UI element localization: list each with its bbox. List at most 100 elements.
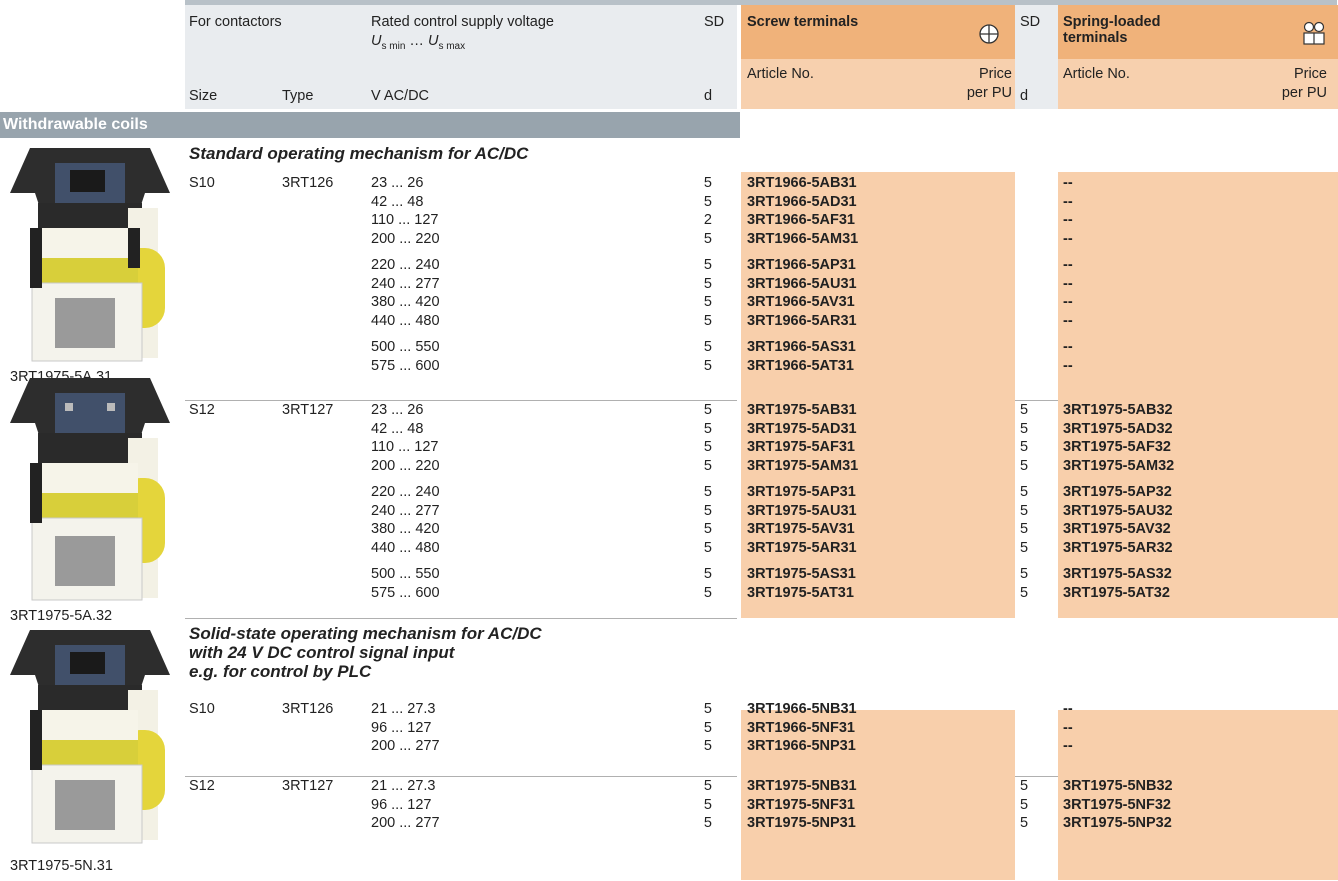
sd2-cell: 5	[1020, 584, 1029, 601]
header-price-1b: per PU	[966, 85, 1012, 101]
sd2-cell: 5	[1020, 502, 1029, 519]
screw-article-cell: 3RT1975-5AF31	[747, 439, 855, 455]
screw-article-cell: 3RT1966-5NF31	[747, 719, 855, 736]
group-heading-solid-2: with 24 V DC control signal input	[189, 643, 455, 662]
screw-article-cell: 3RT1966-5AD31	[747, 193, 857, 210]
voltage-cell: 500 ... 550	[371, 566, 440, 582]
sd-cell: 5	[703, 439, 712, 455]
screw-article-cell: 3RT1975-5AT31	[747, 584, 854, 601]
sd-cell: 5	[703, 566, 712, 582]
sd-cell: 5	[703, 420, 712, 437]
image-caption-2: 3RT1975-5A.32	[10, 608, 113, 624]
spring-article-cell: --	[1063, 230, 1073, 247]
header-sd-2: SD	[1020, 14, 1041, 30]
screw-article-cell: 3RT1975-5NP31	[747, 815, 856, 831]
voltage-cell: 220 ... 240	[371, 484, 440, 500]
screw-article-cell: 3RT1975-5NF31	[747, 796, 855, 813]
voltage-cell: 42 ... 48	[371, 420, 424, 437]
header-unit: V AC/DC	[371, 88, 430, 104]
screw-article-cell: 3RT1966-5AB31	[747, 175, 857, 191]
sd-cell: 5	[703, 521, 712, 537]
voltage-cell: 380 ... 420	[371, 294, 440, 310]
screw-article-cell: 3RT1966-5NP31	[747, 738, 856, 754]
sd2-cell: 5	[1020, 815, 1029, 831]
sd2-cell: 5	[1020, 796, 1029, 813]
spring-article-cell: --	[1063, 312, 1073, 329]
voltage-cell: 575 ... 600	[371, 584, 440, 601]
screw-article-cell: 3RT1975-5AD31	[747, 420, 857, 437]
header-article-no-2: Article No.	[1063, 66, 1130, 82]
rule-line	[185, 400, 737, 401]
header-sd-1: SD	[704, 14, 725, 30]
sd-cell: 5	[703, 175, 712, 191]
sd-cell: 5	[703, 230, 712, 247]
spring-article-cell: --	[1063, 175, 1073, 191]
voltage-cell: 23 ... 26	[371, 175, 424, 191]
type-cell: 3RT127	[282, 778, 334, 794]
spring-article-cell: --	[1063, 339, 1073, 355]
voltage-cell: 96 ... 127	[371, 719, 432, 736]
screw-article-cell: 3RT1966-5AU31	[747, 275, 857, 292]
screw-terminal-icon	[979, 24, 999, 44]
voltage-cell: 110 ... 127	[371, 439, 439, 455]
us-symbol-2: U	[427, 33, 439, 49]
spring-article-cell: 3RT1975-5NF32	[1063, 796, 1171, 813]
voltage-cell: 200 ... 277	[371, 738, 440, 754]
screw-article-cell: 3RT1975-5AM31	[747, 457, 859, 474]
sd-cell: 5	[703, 357, 712, 374]
header-price-2a: Price	[1293, 66, 1327, 82]
header-rated-voltage: Rated control supply voltage	[371, 14, 554, 30]
sd-cell: 5	[703, 457, 712, 474]
sd-cell: 5	[703, 484, 712, 500]
header-price-1a: Price	[978, 66, 1012, 82]
spring-article-cell: 3RT1975-5AV32	[1063, 521, 1171, 537]
sd-cell: 5	[703, 584, 712, 601]
screw-article-cell: 3RT1966-5AS31	[747, 339, 856, 355]
spring-article-cell: 3RT1975-5AT32	[1063, 584, 1170, 601]
header-price-2b: per PU	[1281, 85, 1327, 101]
voltage-cell: 21 ... 27.3	[371, 778, 436, 794]
group-heading-solid-1: Solid-state operating mechanism for AC/D…	[189, 624, 542, 643]
sd2-cell: 5	[1020, 484, 1029, 500]
sd-cell: 5	[703, 402, 712, 418]
voltage-cell: 500 ... 550	[371, 339, 440, 355]
sd-cell: 2	[703, 212, 712, 228]
header-spring-loaded-2: terminals	[1063, 30, 1128, 46]
spring-article-cell: 3RT1975-5AS32	[1063, 566, 1172, 582]
sd-cell: 5	[703, 738, 712, 754]
sd2-cell: 5	[1020, 439, 1029, 455]
spring-article-cell: --	[1063, 212, 1073, 228]
sd-cell: 5	[703, 539, 712, 556]
withdrawable-coil-image	[10, 630, 170, 844]
screw-article-cell: 3RT1966-5AP31	[747, 257, 856, 273]
voltage-cell: 110 ... 127	[371, 212, 439, 228]
size-cell: S12	[189, 778, 215, 794]
type-cell: 3RT126	[282, 701, 334, 717]
sd-cell: 5	[703, 796, 712, 813]
spring-article-cell: --	[1063, 357, 1073, 374]
sd-cell: 5	[703, 275, 712, 292]
size-cell: S12	[189, 402, 215, 418]
voltage-cell: 200 ... 277	[371, 815, 440, 831]
screw-article-cell: 3RT1966-5AF31	[747, 212, 855, 228]
type-cell: 3RT126	[282, 175, 334, 191]
voltage-cell: 380 ... 420	[371, 521, 440, 537]
voltage-cell: 240 ... 277	[371, 275, 440, 292]
spring-article-cell: --	[1063, 719, 1073, 736]
screw-article-cell: 3RT1975-5AP31	[747, 484, 856, 500]
sd-cell: 5	[703, 193, 712, 210]
section-title: Withdrawable coils	[0, 112, 740, 138]
header-for-contactors: For contactors	[189, 14, 282, 30]
spring-article-cell: 3RT1975-5NB32	[1063, 778, 1173, 794]
screw-article-cell: 3RT1975-5AS31	[747, 566, 856, 582]
header-type: Type	[282, 88, 314, 104]
sd-cell: 5	[703, 719, 712, 736]
voltage-cell: 96 ... 127	[371, 796, 432, 813]
type-cell: 3RT127	[282, 402, 334, 418]
rule-line	[185, 618, 737, 619]
sd2-cell: 5	[1020, 402, 1029, 418]
spring-article-cell: 3RT1975-5AM32	[1063, 457, 1175, 474]
voltage-cell: 220 ... 240	[371, 257, 440, 273]
header-spring-loaded-1: Spring-loaded	[1063, 14, 1161, 30]
sd-cell: 5	[703, 339, 712, 355]
